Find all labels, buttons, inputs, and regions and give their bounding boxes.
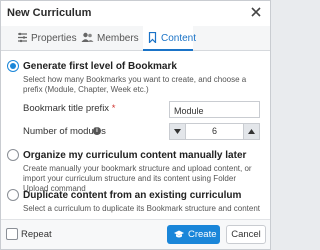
new-curriculum-dialog: New Curriculum Properties Members Conten… [0,0,271,250]
prefix-label: Bookmark title prefix * [23,103,115,114]
tab-content[interactable]: Content [143,26,197,51]
properties-icon [17,32,28,43]
tab-members-label: Members [97,33,139,44]
increment-button[interactable] [243,123,260,140]
repeat-label: Repeat [21,229,52,240]
prefix-label-text: Bookmark title prefix [23,103,110,114]
create-button-label: Create [188,229,217,240]
generate-option-description: Select how many Bookmarks you want to cr… [23,75,247,94]
generate-option-radio[interactable] [7,60,19,72]
tab-bar: Properties Members Content [1,26,270,51]
graduation-cap-icon [174,230,184,238]
prefix-input-value: Module [174,106,204,116]
tab-members[interactable]: Members [81,26,139,50]
cancel-button[interactable]: Cancel [226,225,266,244]
info-icon[interactable]: i [93,127,101,135]
duplicate-option-radio[interactable] [7,189,19,201]
dialog-footer: Repeat Create Cancel [1,219,270,249]
modules-value[interactable]: 6 [186,123,243,140]
decrement-button[interactable] [169,123,186,140]
dialog-titlebar: New Curriculum [1,1,270,27]
repeat-checkbox[interactable] [6,228,18,240]
tab-properties[interactable]: Properties [11,26,77,50]
required-mark: * [111,103,116,114]
manual-option-title: Organize my curriculum content manually … [23,150,247,161]
duplicate-option-title: Duplicate content from an existing curri… [23,190,242,201]
bookmark-icon [147,31,158,44]
create-button[interactable]: Create [167,225,220,244]
tab-content-label: Content [161,33,197,44]
content-panel: Generate first level of Bookmark Select … [1,51,270,221]
close-icon[interactable] [249,5,263,19]
duplicate-option-description: Select a curriculum to duplicate its Boo… [23,204,260,213]
arrow-down-icon [174,129,181,134]
manual-option-radio[interactable] [7,149,19,161]
prefix-input[interactable]: Module [169,101,260,118]
generate-option-title: Generate first level of Bookmark [23,61,177,72]
dialog-title: New Curriculum [7,7,92,19]
members-icon [81,32,94,43]
arrow-up-icon [248,129,255,134]
tab-properties-label: Properties [31,33,77,44]
